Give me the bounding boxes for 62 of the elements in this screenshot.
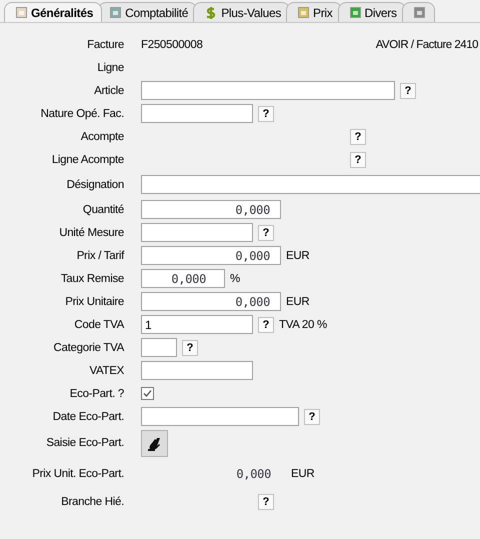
help-button[interactable]: ? <box>258 224 274 240</box>
field-label: Facture <box>86 38 124 50</box>
help-button[interactable]: ? <box>258 316 274 332</box>
document-icon <box>15 6 28 19</box>
help-button[interactable]: ? <box>304 408 320 424</box>
help-button[interactable]: ? <box>258 106 274 122</box>
tab[interactable]: Généralités <box>4 2 102 22</box>
field-label: Nature Opé. Fac. <box>40 108 124 120</box>
unit-text: EUR <box>291 468 314 480</box>
field-label: Code TVA <box>73 318 124 330</box>
field-label: Ligne <box>96 62 124 74</box>
field-label: Date Eco-Part. <box>52 410 124 422</box>
input-field[interactable] <box>141 104 253 123</box>
input-field[interactable] <box>141 338 177 357</box>
input-field[interactable] <box>141 223 253 242</box>
field-label: Categorie TVA <box>52 342 124 354</box>
help-button[interactable]: ? <box>182 340 198 356</box>
unit-text: % <box>230 272 240 284</box>
unit-text: EUR <box>286 250 310 262</box>
tab[interactable] <box>402 2 435 22</box>
number-field[interactable]: 0,000 <box>141 292 281 311</box>
unit-text: TVA 20 % <box>279 318 327 330</box>
input-field[interactable] <box>141 175 480 194</box>
field-label: Branche Hié. <box>60 496 124 508</box>
banknote-icon <box>297 6 310 19</box>
field-label: Ligne Acompte <box>50 154 124 166</box>
calculator-icon <box>109 6 122 19</box>
help-button[interactable]: ? <box>350 152 366 168</box>
field-label: Eco-Part. ? <box>68 388 124 400</box>
input-field[interactable] <box>141 361 253 380</box>
drive-icon <box>412 6 426 19</box>
number-field[interactable]: 0,000 <box>141 200 281 219</box>
field-label: VATEX <box>88 364 124 376</box>
field-label: Taux Remise <box>60 272 124 284</box>
tab[interactable]: Plus-Values <box>193 2 290 22</box>
field-label: Prix / Tarif <box>76 250 124 262</box>
invoice-number: F250500008 <box>141 38 203 50</box>
input-field[interactable] <box>141 407 299 426</box>
field-label: Désignation <box>66 178 124 190</box>
field-label: Quantité <box>82 204 124 216</box>
help-button[interactable]: ? <box>350 128 366 144</box>
input-field[interactable]: 1 <box>141 315 253 334</box>
input-field[interactable] <box>141 81 395 100</box>
help-button[interactable]: ? <box>258 494 274 510</box>
invoice-note: AVOIR / Facture 2410 <box>376 38 478 50</box>
spreadsheet-icon <box>348 6 362 19</box>
number-field[interactable]: 0,000 <box>141 269 225 288</box>
field-label: Prix Unitaire <box>64 296 124 308</box>
field-label: Article <box>93 84 124 96</box>
number-field[interactable]: 0,000 <box>141 246 281 265</box>
field-label: Saisie Eco-Part. <box>45 437 124 449</box>
help-button[interactable]: ? <box>400 82 416 98</box>
value-text: 0,000 <box>235 467 271 481</box>
tab[interactable]: Divers <box>338 2 406 22</box>
field-label: Acompte <box>80 130 124 142</box>
hand-pen-button[interactable] <box>141 430 168 456</box>
tab[interactable]: Prix <box>286 2 342 22</box>
unit-text: EUR <box>286 296 310 308</box>
tab[interactable]: Comptabilité <box>98 2 198 22</box>
checkbox[interactable] <box>141 387 154 400</box>
field-label: Unité Mesure <box>58 226 124 238</box>
field-label: Prix Unit. Eco-Part. <box>31 468 124 480</box>
